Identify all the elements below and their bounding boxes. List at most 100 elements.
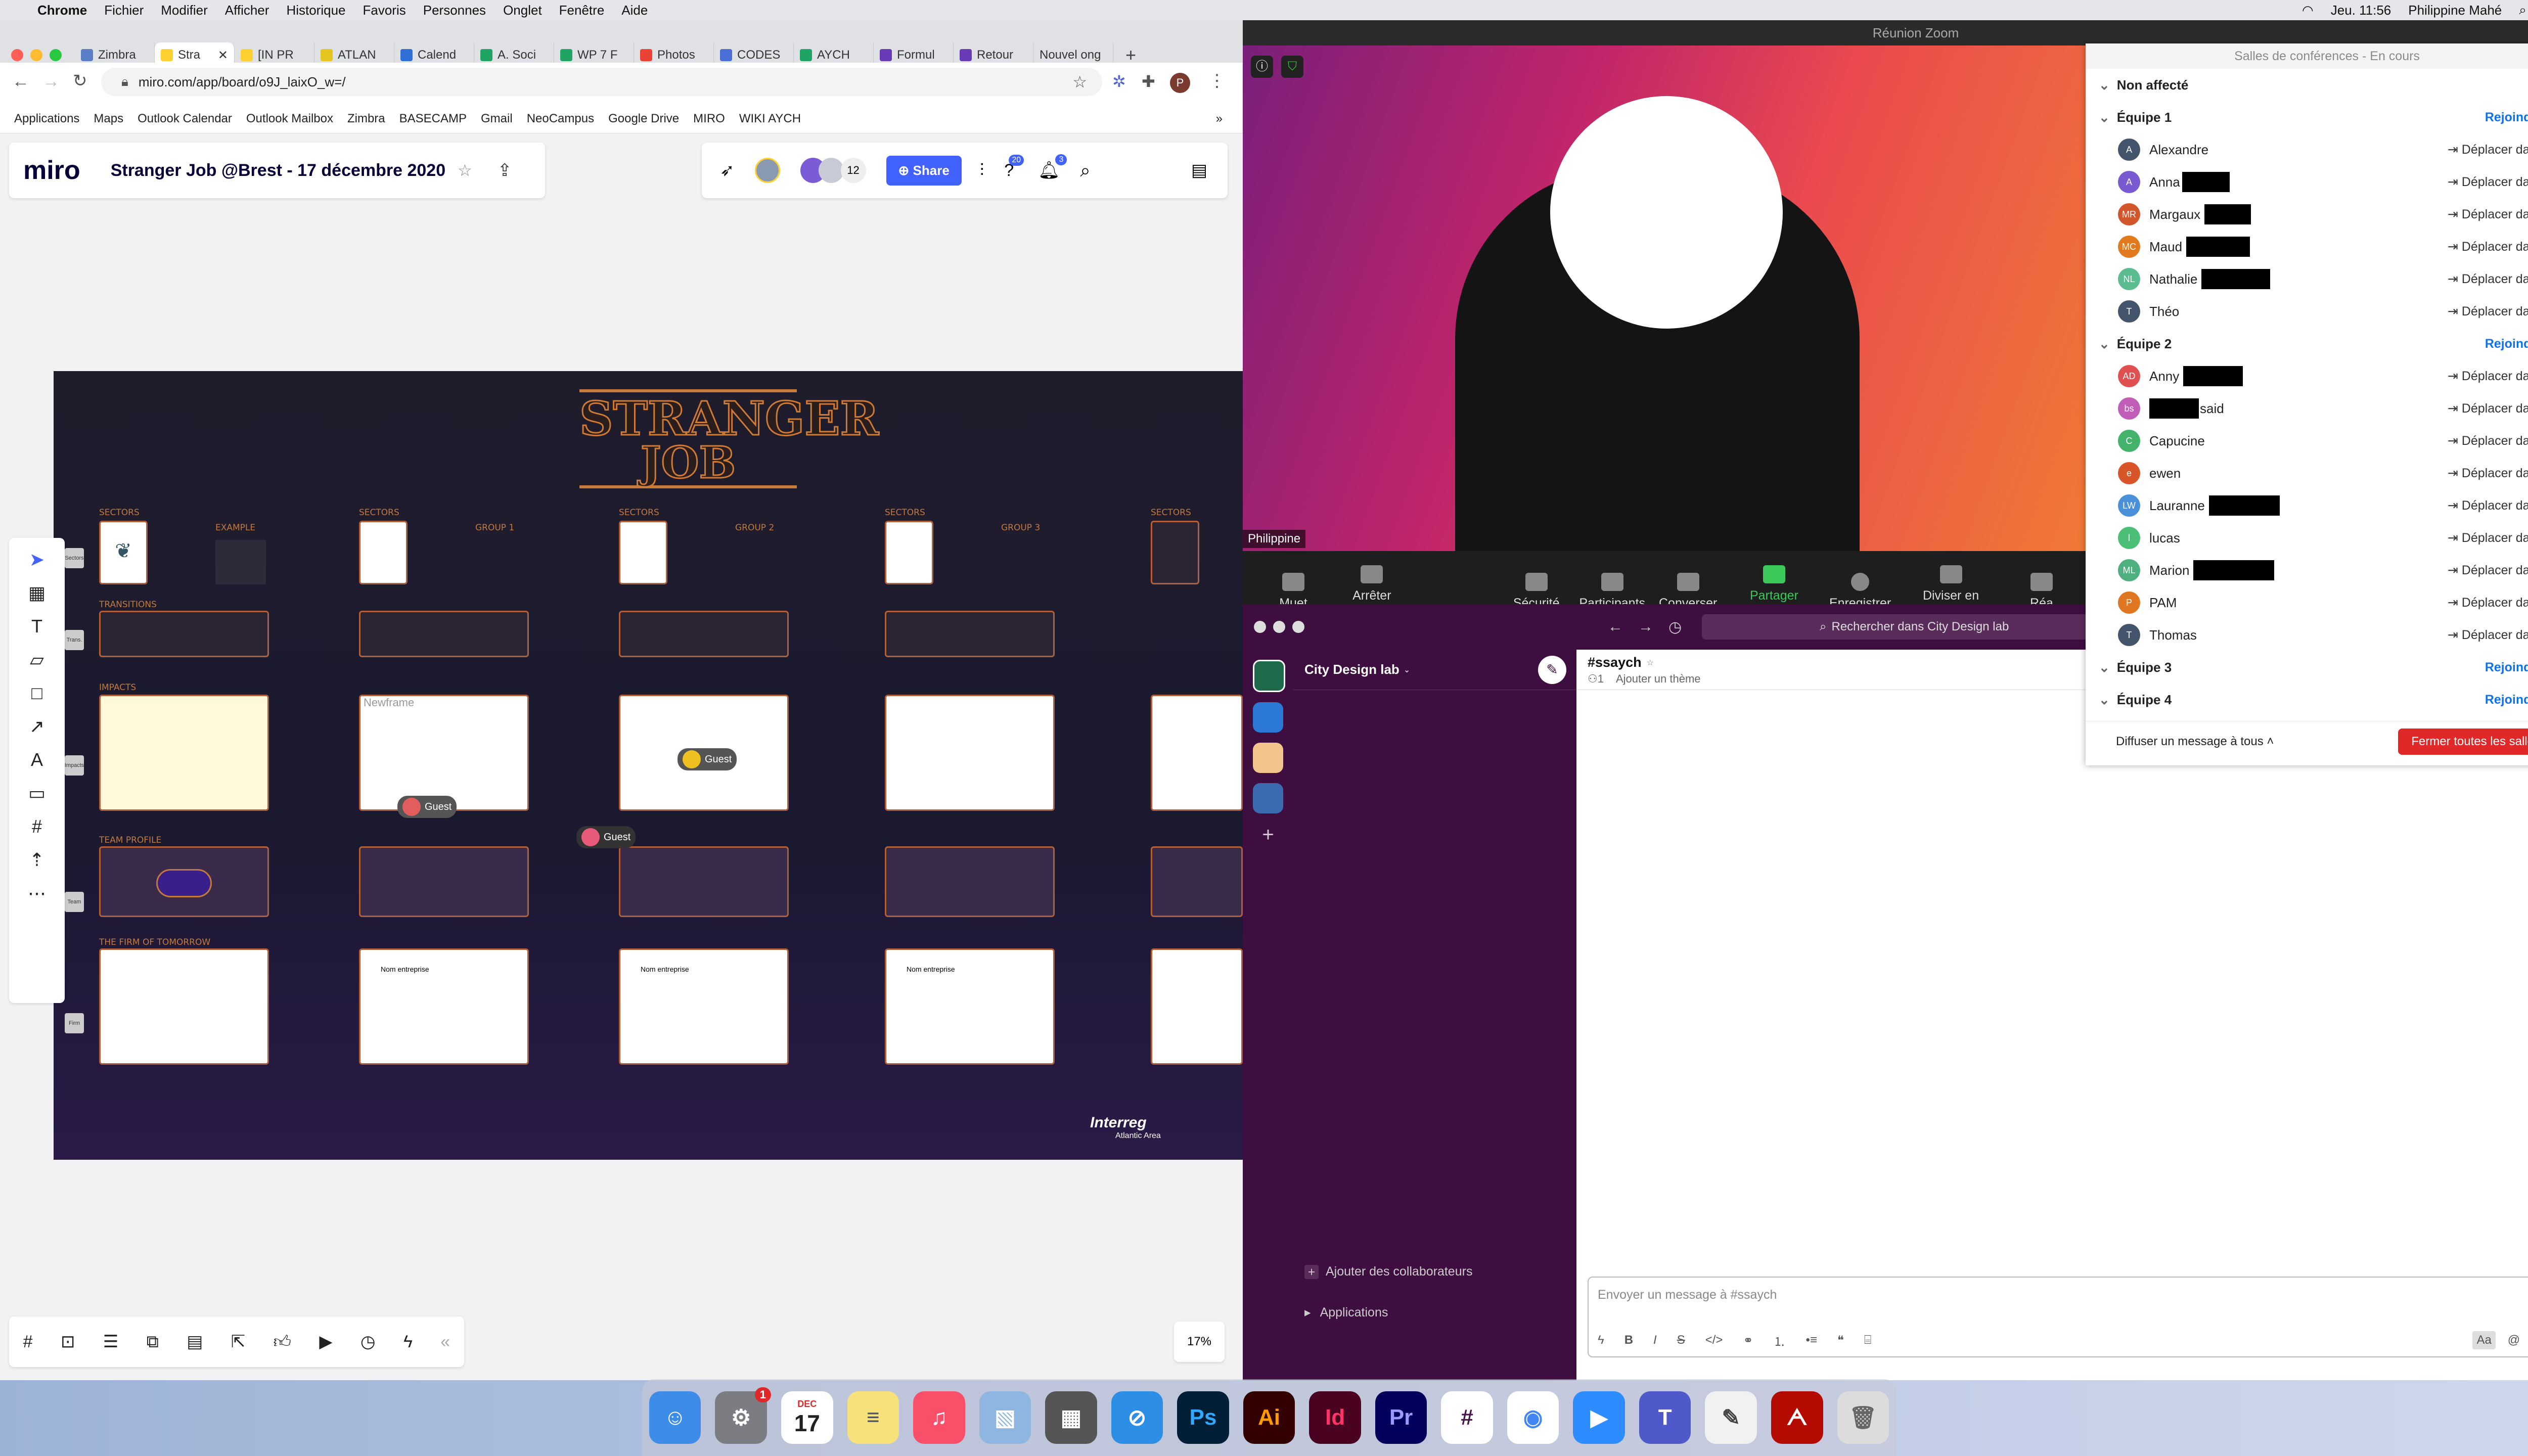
zoom-level[interactable]: 17% (1174, 1322, 1225, 1362)
team-row[interactable]: ⌄ Équipe 1 Rejoindre (2086, 101, 2528, 133)
bookmark-basecamp[interactable]: BASECAMP (399, 112, 467, 126)
bookmark-maps[interactable]: Maps (94, 112, 123, 126)
forward-icon[interactable]: → (1638, 618, 1653, 635)
forward-icon[interactable]: → (42, 72, 60, 92)
impacts-board[interactable] (1151, 695, 1243, 811)
move-to-button[interactable]: ⇥ Déplacer dans (2448, 174, 2528, 190)
close-window-button[interactable] (11, 49, 23, 61)
workspace-icon-citydesign[interactable] (1253, 660, 1285, 692)
firm-mockup[interactable]: Nom entreprise (885, 948, 1055, 1065)
select-tool-icon[interactable]: ➤ (9, 549, 65, 570)
menu-afficher[interactable]: Afficher (225, 3, 269, 18)
frames-icon[interactable]: # (23, 1332, 33, 1352)
join-button[interactable]: Rejoindre (2485, 110, 2528, 125)
dock-system-preferences-icon[interactable]: ⚙ 1 (715, 1387, 772, 1444)
back-icon[interactable]: ← (1608, 618, 1623, 635)
export-icon[interactable]: ⇪ (498, 160, 512, 180)
star-icon[interactable]: ☆ (458, 161, 472, 180)
star-icon[interactable]: ☆ (1647, 658, 1654, 668)
team-row[interactable]: ⌄ Équipe 2 Rejoindre (2086, 328, 2528, 360)
reload-icon[interactable]: ↻ (73, 71, 87, 91)
move-to-button[interactable]: ⇥ Déplacer dans (2448, 142, 2528, 157)
collaborators-count[interactable]: 12 (840, 158, 866, 183)
dock-finder-icon[interactable]: ☺ (649, 1391, 701, 1444)
bookmark-google-drive[interactable]: Google Drive (608, 112, 679, 126)
dock-slack-icon[interactable]: # (1441, 1391, 1493, 1444)
move-to-button[interactable]: ⇥ Déplacer dans (2448, 433, 2528, 448)
dock-indesign-icon[interactable]: Id (1309, 1391, 1361, 1444)
sector-card[interactable]: ❦ (99, 521, 148, 584)
move-to-button[interactable]: ⇥ Déplacer dans (2448, 369, 2528, 384)
join-button[interactable]: Rejoindre (2485, 337, 2528, 351)
transition-images[interactable] (619, 611, 789, 657)
video-feed[interactable]: ⓘ ⛉ Philippine (1243, 46, 2087, 571)
move-to-button[interactable]: ⇥ Déplacer dans (2448, 401, 2528, 416)
mention-icon[interactable]: @ (2508, 1333, 2520, 1347)
impacts-board[interactable]: Newframe (359, 695, 529, 811)
wifi-icon[interactable]: ◠ (2302, 3, 2314, 18)
dock-preview-icon[interactable]: ▧ (979, 1391, 1031, 1444)
back-icon[interactable]: ← (12, 72, 29, 92)
bookmark-outlook-mailbox[interactable]: Outlook Mailbox (246, 112, 333, 126)
unassigned-row[interactable]: ⌄Non affecté0 (2086, 69, 2528, 101)
zoom-window-button[interactable] (50, 49, 62, 61)
text-tool-icon[interactable]: T (9, 616, 65, 637)
composer-placeholder[interactable]: Envoyer un message à #ssaych (1589, 1278, 2528, 1312)
team-profile-frame[interactable] (99, 846, 269, 917)
more-tools-icon[interactable]: ⋯ (9, 883, 65, 904)
bullet-list-icon[interactable]: •≡ (1806, 1333, 1817, 1347)
collaborator-avatar[interactable] (818, 158, 844, 183)
join-button[interactable]: Rejoindre (2485, 693, 2528, 707)
dock-acrobat-icon[interactable]: ᗅ (1771, 1391, 1823, 1444)
transition-images[interactable] (359, 611, 529, 657)
add-topic[interactable]: Ajouter un thème (1616, 672, 1701, 686)
bookmark-gmail[interactable]: Gmail (481, 112, 513, 126)
move-to-button[interactable]: ⇥ Déplacer dans (2448, 207, 2528, 222)
members-icon[interactable]: ⚇ (1588, 672, 1598, 686)
move-to-button[interactable]: ⇥ Déplacer dans (2448, 563, 2528, 578)
video-icon[interactable]: ▶ (319, 1332, 332, 1352)
settings-sliders-icon[interactable]: ⫶ (980, 161, 984, 180)
share-button[interactable]: ⊕ Share (886, 155, 962, 186)
pen-tool-icon[interactable]: A (9, 749, 65, 770)
close-window-button[interactable] (1254, 621, 1266, 633)
extension-icon[interactable]: ✲ (1112, 72, 1126, 91)
timer-icon[interactable]: ◷ (360, 1332, 376, 1352)
minimize-window-button[interactable] (1273, 621, 1285, 633)
help-icon[interactable]: ? 20 (1004, 154, 1024, 180)
bookmark-wiki-aych[interactable]: WIKI AYCH (739, 112, 801, 126)
menu-aide[interactable]: Aide (621, 3, 648, 18)
menu-historique[interactable]: Historique (286, 3, 345, 18)
chevron-down-icon[interactable]: ⌄ (1404, 665, 1410, 675)
channel-name[interactable]: #ssaych (1588, 655, 1642, 670)
transition-images[interactable] (99, 611, 269, 657)
close-tab-icon[interactable]: ✕ (218, 48, 228, 63)
dock-safari-icon[interactable]: ⊘ (1111, 1391, 1163, 1444)
comment-tool-icon[interactable]: ▭ (9, 783, 65, 804)
kanban-icon[interactable]: ▤ (187, 1332, 203, 1352)
dock-notes-icon[interactable]: ≡ (847, 1391, 899, 1444)
transition-images[interactable] (885, 611, 1055, 657)
dock-photoshop-icon[interactable]: Ps (1177, 1391, 1229, 1444)
bookmark-neocampus[interactable]: NeoCampus (527, 112, 594, 126)
menu-fichier[interactable]: Fichier (104, 3, 144, 18)
dock-zoom-icon[interactable]: ▶ (1573, 1391, 1625, 1444)
bookmarks-overflow[interactable]: » (1216, 112, 1223, 126)
sector-card[interactable] (1151, 521, 1199, 584)
link-icon[interactable]: ⚭ (1743, 1333, 1753, 1348)
bookmark-outlook-calendar[interactable]: Outlook Calendar (138, 112, 232, 126)
profile-avatar[interactable]: P (1170, 73, 1190, 93)
ordered-list-icon[interactable]: ⒈ (1774, 1332, 1786, 1349)
move-to-button[interactable]: ⇥ Déplacer dans (2448, 498, 2528, 513)
members-count[interactable]: 1 (1598, 672, 1604, 686)
clock[interactable]: Jeu. 11:56 (2331, 3, 2391, 18)
board-menu-icon[interactable]: ▤ (1191, 160, 1207, 180)
code-icon[interactable]: </> (1705, 1333, 1723, 1347)
sector-card[interactable] (885, 521, 933, 584)
board-title[interactable]: Stranger Job @Brest - 17 décembre 2020 (111, 161, 445, 180)
comments-icon[interactable]: ☰ (103, 1332, 118, 1352)
workspace-name[interactable]: City Design lab (1304, 662, 1400, 677)
applications-section[interactable]: ▸ Applications (1304, 1305, 1388, 1320)
workspace-icon[interactable] (1253, 783, 1283, 813)
bell-icon[interactable]: 🔔︎ 3 (1038, 154, 1067, 180)
